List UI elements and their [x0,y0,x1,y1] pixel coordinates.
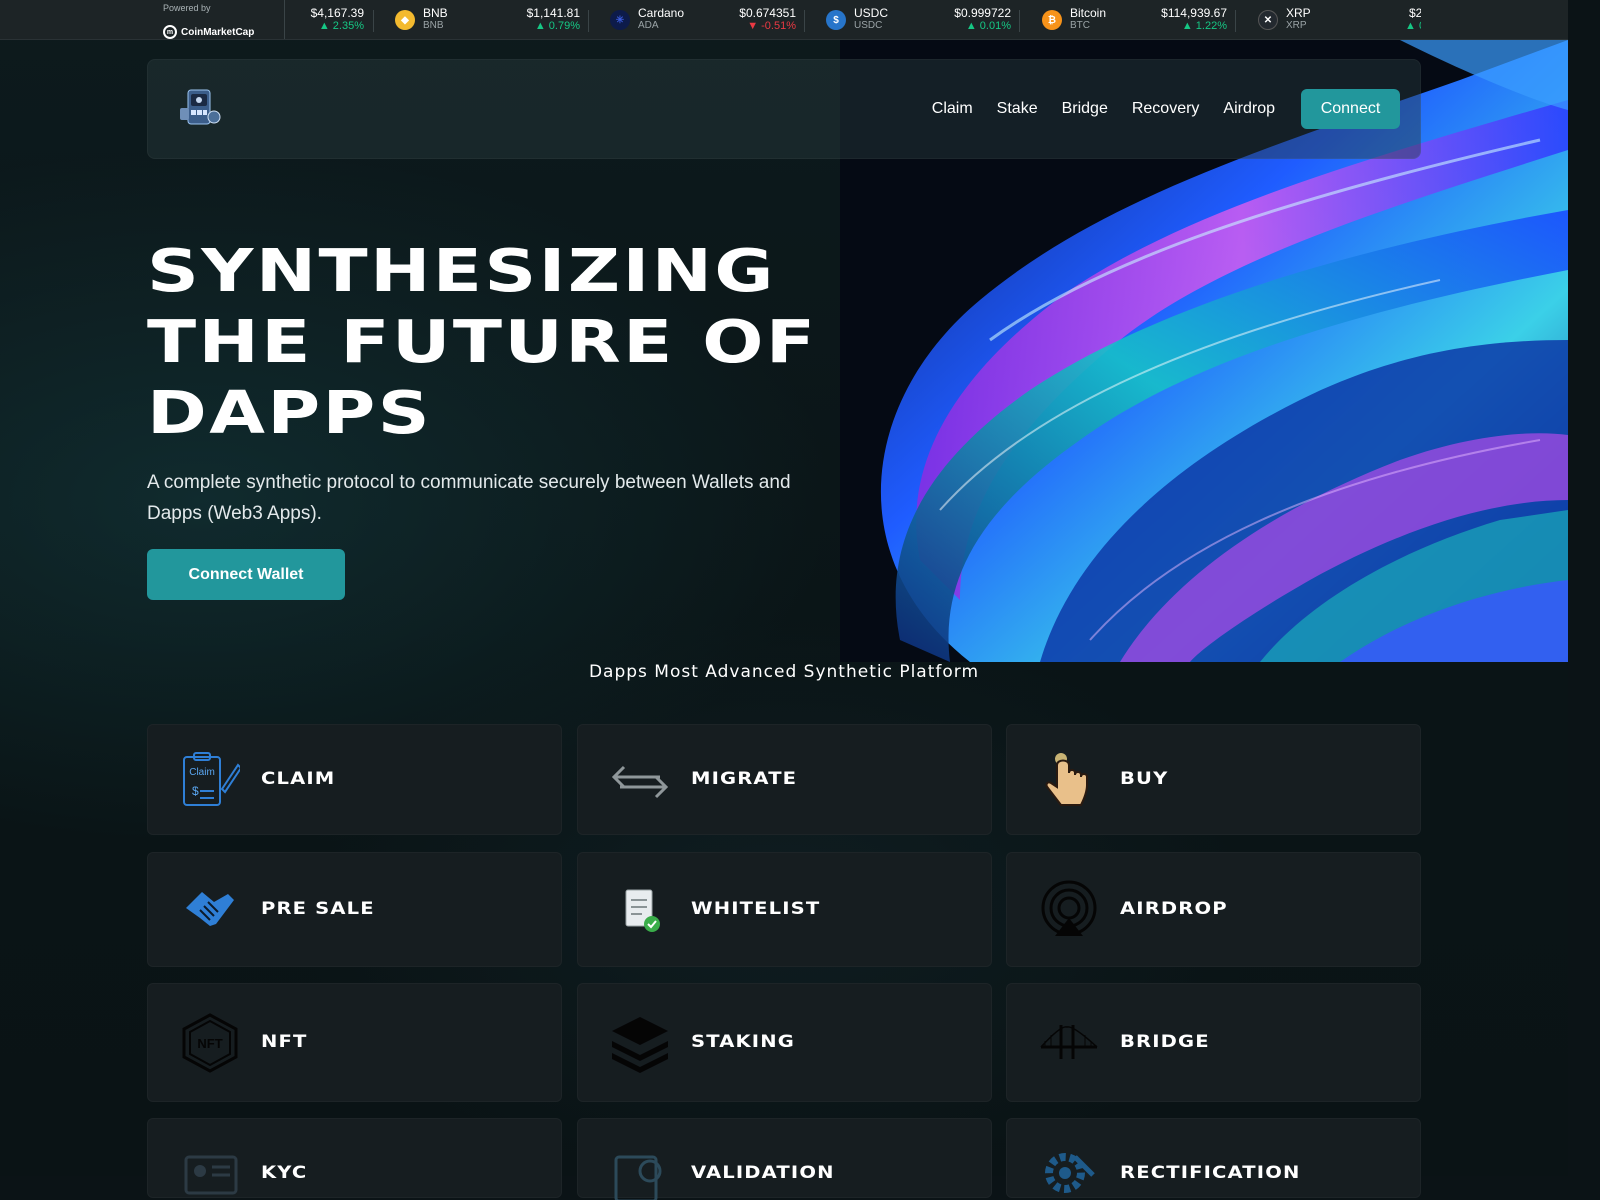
ticker-symbol: BNB [423,20,444,31]
hero-title-line: THE FUTURE OF [147,307,818,376]
tap-hand-icon [1039,751,1099,811]
xrp-icon: ✕ [1258,10,1278,30]
card-label: BUY [1120,769,1169,789]
card-claim[interactable]: Claim $ CLAIM [147,724,562,835]
ticker-separator [1019,10,1020,32]
card-label: WHITELIST [691,899,821,919]
nav-links: Claim Stake Bridge Recovery Airdrop Conn… [908,89,1400,129]
nav-bridge[interactable]: Bridge [1062,100,1108,118]
svg-text:$: $ [192,784,199,798]
ticker-separator [373,10,374,32]
document-check-icon [610,880,670,940]
powered-by-badge[interactable]: Powered by m CoinMarketCap [0,0,285,39]
card-rectification[interactable]: RECTIFICATION [1006,1118,1421,1198]
ticker-item-bitcoin[interactable]: ₿ Bitcoin BTC $114,939.67 ▲ 1.22% [1032,0,1232,39]
ticker-name: USDC [854,6,889,20]
section-title: Dapps Most Advanced Synthetic Platform [588,662,980,682]
hero-title-line: DAPPS [147,378,433,447]
ticker-name: BNB [423,6,448,20]
ticker-symbol: ADA [638,20,659,31]
card-label: KYC [261,1163,308,1183]
price-ticker: Powered by m CoinMarketCap $4,167.39 ▲ 2… [0,0,1568,40]
coinmarketcap-icon: m [163,25,177,39]
coinmarketcap-logo: m CoinMarketCap [163,25,254,39]
gear-wrench-icon [1039,1147,1099,1200]
card-migrate[interactable]: MIGRATE [577,724,992,835]
connect-wallet-button[interactable]: Connect Wallet [147,549,345,600]
card-whitelist[interactable]: WHITELIST [577,852,992,967]
svg-text:Claim: Claim [189,767,215,778]
card-nft[interactable]: NFT NFT [147,983,562,1102]
claim-clipboard-icon: Claim $ [180,751,243,811]
card-label: PRE SALE [261,899,375,919]
ticker-name: XRP [1286,6,1311,20]
nav-stake[interactable]: Stake [997,100,1038,118]
nft-hexagon-icon: NFT [180,1013,240,1073]
main-navbar: Claim Stake Bridge Recovery Airdrop Conn… [147,59,1421,159]
provider-name: CoinMarketCap [181,26,255,38]
hero-title: SYNTHESIZING THE FUTURE OF DAPPS [147,235,1001,448]
card-airdrop[interactable]: AIRDROP [1006,852,1421,967]
card-label: NFT [261,1032,308,1052]
hero-title-line: SYNTHESIZING [147,236,776,305]
card-label: VALIDATION [691,1163,835,1183]
ticker-change: ▲ 0.01% [965,20,1011,32]
id-card-icon [180,1151,240,1200]
ticker-price: $114,939.67 [1161,6,1227,20]
cardano-icon: ✳ [610,10,630,30]
card-validation[interactable]: VALIDATION [577,1118,992,1200]
nav-recovery[interactable]: Recovery [1132,100,1200,118]
ticker-mask [1421,0,1568,39]
ticker-separator [804,10,805,32]
ticker-change: ▲ 0.79% [534,20,580,32]
usdc-icon: $ [826,10,846,30]
ticker-change: ▼ -0.51% [747,20,796,32]
ticker-change: ▲ 1.22% [1181,20,1227,32]
ticker-name: Cardano [638,6,685,20]
ticker-change: ▲ 2.35% [318,20,364,32]
card-staking[interactable]: STAKING [577,983,992,1102]
migrate-arrows-icon [610,751,670,811]
validation-icon [610,1151,670,1200]
ticker-item-eth[interactable]: $4,167.39 ▲ 2.35% [290,0,370,39]
card-label: BRIDGE [1120,1032,1210,1052]
svg-text:NFT: NFT [197,1036,222,1051]
card-label: STAKING [691,1032,795,1052]
layers-stack-icon [610,1013,670,1073]
site-logo[interactable] [176,84,224,132]
ticker-symbol: BTC [1070,20,1090,31]
airdrop-signal-icon [1039,880,1099,940]
ticker-item-bnb[interactable]: ◆ BNB BNB $1,141.81 ▲ 0.79% [385,0,585,39]
card-kyc[interactable]: KYC [147,1118,562,1198]
card-label: CLAIM [261,769,336,789]
ticker-price: $0.999722 [954,6,1011,20]
ticker-separator [1235,10,1236,32]
hero-subtitle: A complete synthetic protocol to communi… [147,472,791,524]
ticker-price: $4,167.39 [310,6,364,20]
card-buy[interactable]: BUY [1006,724,1421,835]
ticker-price: $0.674351 [739,6,796,20]
ticker-symbol: XRP [1286,20,1307,31]
ticker-symbol: USDC [854,20,883,31]
ticker-name: Bitcoin [1070,6,1107,20]
ticker-item-xrp[interactable]: ✕ XRP XRP $2 ▲ 0 [1248,0,1448,39]
card-bridge[interactable]: BRIDGE [1006,983,1421,1102]
card-label: AIRDROP [1120,899,1228,919]
nav-claim[interactable]: Claim [932,100,973,118]
bitcoin-icon: ₿ [1042,10,1062,30]
ticker-item-cardano[interactable]: ✳ Cardano ADA $0.674351 ▼ -0.51% [600,0,800,39]
bnb-icon: ◆ [395,10,415,30]
ticker-item-usdc[interactable]: $ USDC USDC $0.999722 ▲ 0.01% [816,0,1016,39]
connect-button[interactable]: Connect [1301,89,1400,129]
handshake-icon [180,880,240,940]
ticker-separator [588,10,589,32]
card-label: RECTIFICATION [1120,1163,1301,1183]
powered-by-label: Powered by [163,3,211,13]
nav-airdrop[interactable]: Airdrop [1223,100,1275,118]
ticker-price: $1,141.81 [526,6,580,20]
bridge-icon [1039,1013,1099,1073]
card-label: MIGRATE [691,769,798,789]
card-pre-sale[interactable]: PRE SALE [147,852,562,967]
